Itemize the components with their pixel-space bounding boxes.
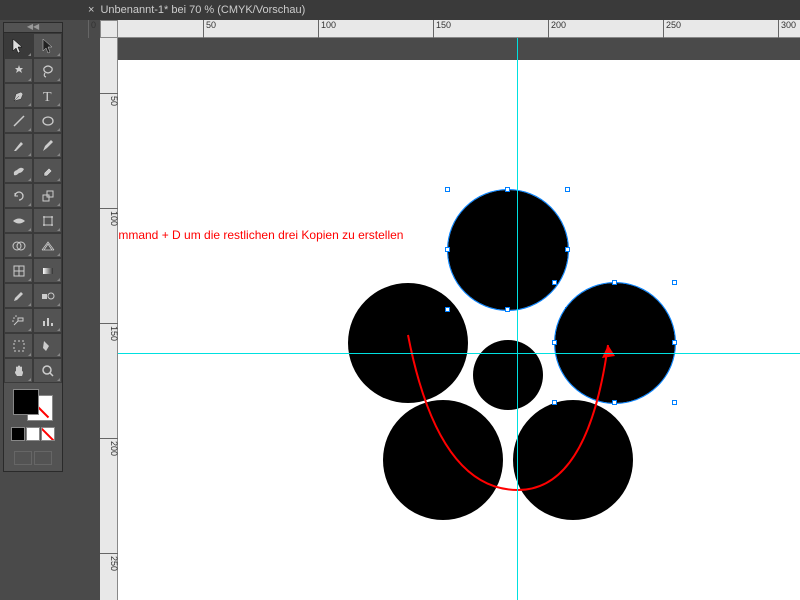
draw-mode-behind[interactable] — [34, 451, 52, 465]
tab-title: Unbenannt-1* bei 70 % (CMYK/Vorschau) — [100, 4, 305, 16]
lasso-tool[interactable] — [33, 58, 62, 83]
width-tool[interactable] — [4, 208, 33, 233]
slice-tool[interactable] — [33, 333, 62, 358]
color-swatch-area — [4, 383, 62, 445]
circle-bottom-right[interactable] — [513, 400, 633, 520]
artboard-tool[interactable] — [4, 333, 33, 358]
panel-collapse-icon[interactable]: ◀◀ — [4, 23, 62, 33]
symbol-sprayer-tool[interactable] — [4, 308, 33, 333]
line-segment-tool[interactable] — [4, 108, 33, 133]
eyedropper-tool[interactable] — [4, 283, 33, 308]
artboard[interactable]: Command + D um die restlichen drei Kopie… — [118, 60, 800, 600]
tab-close-icon[interactable]: × — [88, 4, 94, 16]
color-mode-gradient[interactable] — [26, 427, 40, 441]
horizontal-ruler[interactable]: 050100150200250300 — [100, 20, 800, 38]
vertical-ruler[interactable]: 50100150200250 — [100, 38, 118, 600]
blend-tool[interactable] — [33, 283, 62, 308]
free-transform-tool[interactable] — [33, 208, 62, 233]
tool-panel: ◀◀ T — [3, 22, 63, 472]
color-mode-none[interactable] — [41, 427, 55, 441]
circle-right[interactable] — [555, 283, 675, 403]
perspective-grid-tool[interactable] — [33, 233, 62, 258]
pen-tool[interactable] — [4, 83, 33, 108]
gradient-tool[interactable] — [33, 258, 62, 283]
tool-grid: T — [4, 33, 62, 383]
color-mode-solid[interactable] — [11, 427, 25, 441]
magic-wand-tool[interactable] — [4, 58, 33, 83]
document-tab-bar: × Unbenannt-1* bei 70 % (CMYK/Vorschau) — [0, 0, 800, 20]
rotate-tool[interactable] — [4, 183, 33, 208]
scale-tool[interactable] — [33, 183, 62, 208]
horizontal-guide[interactable] — [118, 353, 800, 354]
column-graph-tool[interactable] — [33, 308, 62, 333]
canvas[interactable]: Command + D um die restlichen drei Kopie… — [118, 38, 800, 600]
fill-color-swatch[interactable] — [13, 389, 39, 415]
circle-left[interactable] — [348, 283, 468, 403]
eraser-tool[interactable] — [33, 158, 62, 183]
vertical-guide[interactable] — [517, 38, 518, 600]
circle-top[interactable] — [448, 190, 568, 310]
zoom-tool[interactable] — [33, 358, 62, 383]
type-tool[interactable]: T — [33, 83, 62, 108]
direct-selection-tool[interactable] — [33, 33, 62, 58]
circle-bottom-left[interactable] — [383, 400, 503, 520]
shape-builder-tool[interactable] — [4, 233, 33, 258]
annotation-text: Command + D um die restlichen drei Kopie… — [118, 228, 403, 242]
draw-mode-normal[interactable] — [14, 451, 32, 465]
paintbrush-tool[interactable] — [4, 133, 33, 158]
ruler-origin[interactable] — [100, 20, 118, 38]
pencil-tool[interactable] — [33, 133, 62, 158]
hand-tool[interactable] — [4, 358, 33, 383]
blob-brush-tool[interactable] — [4, 158, 33, 183]
circle-center[interactable] — [473, 340, 543, 410]
svg-text:T: T — [43, 90, 52, 104]
document-tab[interactable]: × Unbenannt-1* bei 70 % (CMYK/Vorschau) — [80, 2, 313, 18]
selection-tool[interactable] — [4, 33, 33, 58]
mesh-tool[interactable] — [4, 258, 33, 283]
rectangle-tool[interactable] — [33, 108, 62, 133]
